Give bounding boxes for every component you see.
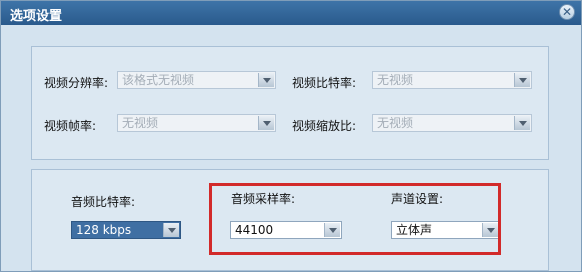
audio-bitrate-select[interactable]: 128 kbps: [71, 221, 181, 239]
audio-channel-label: 声道设置:: [391, 192, 444, 206]
chevron-down-icon: [482, 223, 498, 237]
audio-channel-select[interactable]: 立体声: [391, 221, 500, 239]
chevron-down-icon: [163, 223, 179, 237]
options-dialog: 选项设置 ✕ 视频分辨率: 该格式无视频 视频比特率: 无视频 视频帧率: 无视…: [0, 0, 582, 272]
chevron-down-icon: [514, 73, 530, 87]
audio-channel-value: 立体声: [396, 223, 433, 237]
window-title: 选项设置: [10, 9, 63, 24]
video-resolution-value: 该格式无视频: [122, 73, 195, 87]
audio-samplerate-value: 44100: [235, 223, 274, 237]
audio-samplerate-label: 音频采样率:: [231, 192, 296, 206]
video-scale-select[interactable]: 无视频: [372, 114, 532, 132]
chevron-down-icon: [258, 116, 274, 130]
audio-samplerate-select[interactable]: 44100: [230, 221, 342, 239]
video-framerate-select[interactable]: 无视频: [117, 114, 276, 132]
audio-settings-panel: [31, 169, 549, 271]
video-framerate-value: 无视频: [122, 116, 159, 130]
chevron-down-icon: [258, 73, 274, 87]
video-framerate-label: 视频帧率:: [44, 119, 97, 133]
video-settings-panel: [31, 46, 549, 160]
audio-bitrate-label: 音频比特率:: [71, 195, 136, 209]
chevron-down-icon: [514, 116, 530, 130]
video-resolution-select[interactable]: 该格式无视频: [117, 71, 276, 89]
chevron-down-icon: [324, 223, 340, 237]
audio-bitrate-value: 128 kbps: [76, 223, 132, 237]
video-bitrate-value: 无视频: [377, 73, 414, 87]
title-bar: 选项设置 ✕: [1, 1, 581, 25]
video-scale-label: 视频缩放比:: [292, 119, 357, 133]
close-button[interactable]: ✕: [559, 4, 575, 20]
video-bitrate-label: 视频比特率:: [292, 76, 357, 90]
close-icon: ✕: [562, 5, 573, 19]
video-scale-value: 无视频: [377, 116, 414, 130]
video-resolution-label: 视频分辨率:: [44, 76, 109, 90]
video-bitrate-select[interactable]: 无视频: [372, 71, 532, 89]
